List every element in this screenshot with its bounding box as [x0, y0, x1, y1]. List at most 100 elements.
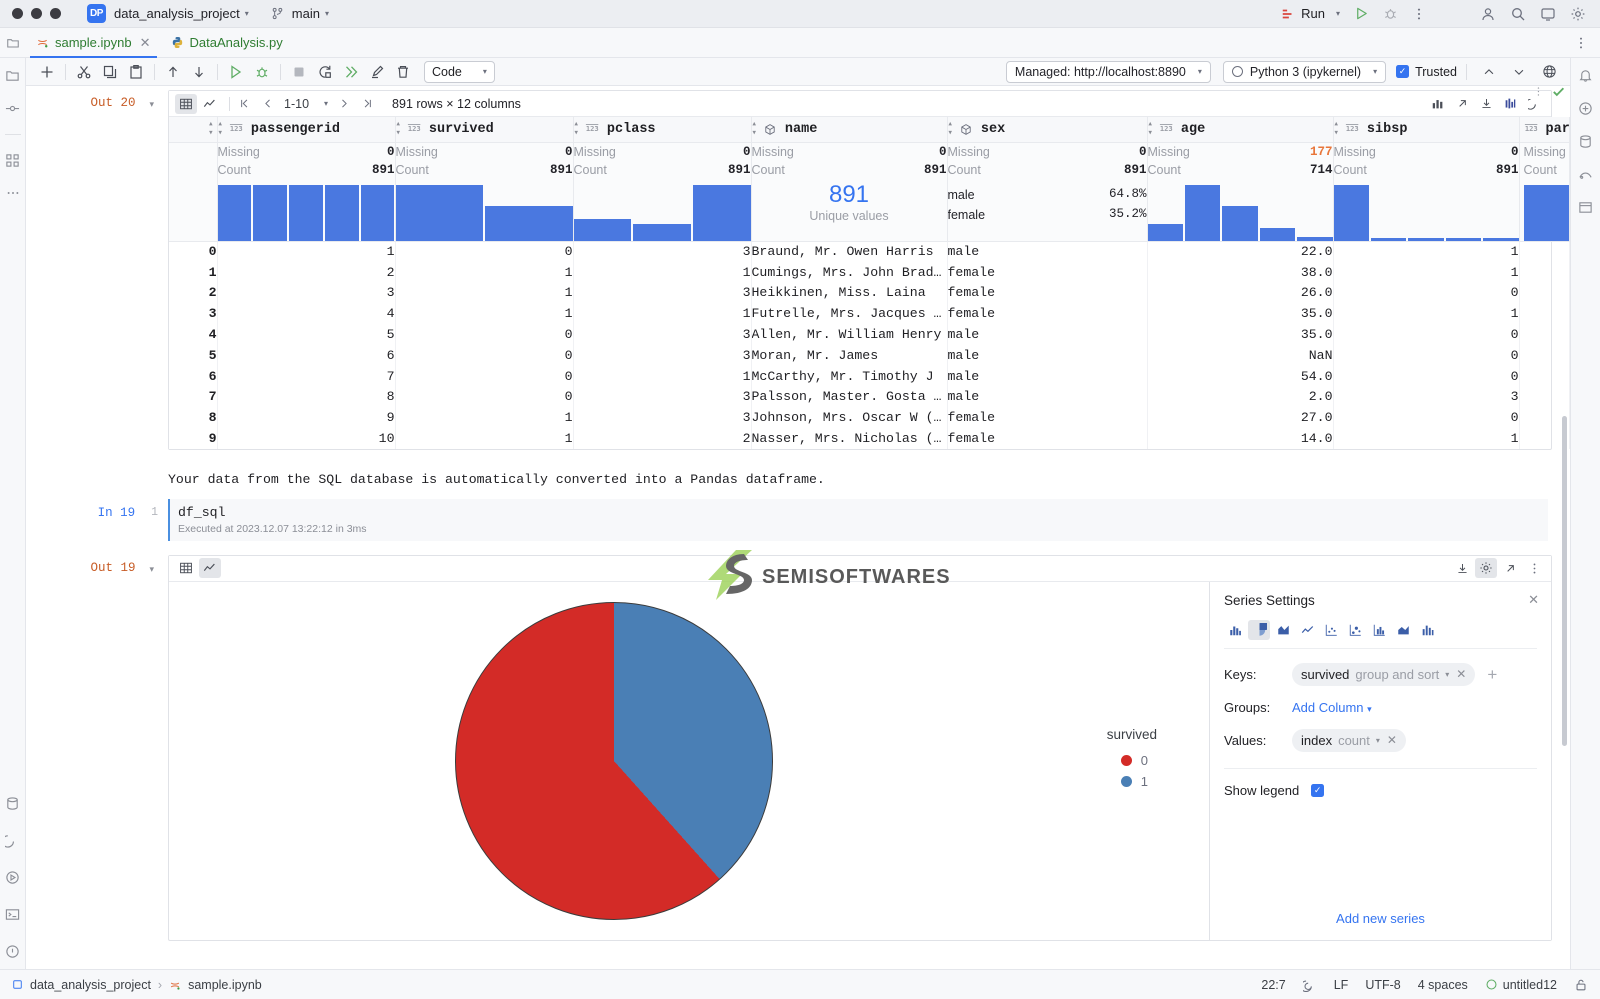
- column-header-survived[interactable]: ▴ ▾ 123 survived: [395, 117, 574, 143]
- cell-survived[interactable]: 0: [395, 344, 574, 366]
- commit-tool-icon[interactable]: [5, 101, 20, 116]
- chevron-down-icon[interactable]: ▾: [324, 99, 328, 108]
- tab-sample-ipynb[interactable]: sample.ipynb ✕: [26, 28, 161, 58]
- line-separator[interactable]: LF: [1334, 978, 1349, 992]
- chart-type-scatter[interactable]: [1320, 620, 1342, 640]
- cell-sex[interactable]: female: [947, 428, 1148, 449]
- chart-settings-gear-button[interactable]: [1475, 558, 1497, 579]
- cell-survived[interactable]: 0: [395, 241, 574, 262]
- cell-name[interactable]: Allen, Mr. William Henry: [751, 324, 948, 345]
- cell-age[interactable]: 38.0: [1147, 261, 1334, 283]
- remove-value-icon[interactable]: ✕: [1387, 733, 1397, 747]
- column-header-sibsp[interactable]: ▴ ▾ 123 sibsp: [1333, 117, 1520, 143]
- column-header-parch[interactable]: 123 par: [1519, 117, 1570, 143]
- table-row[interactable]: 4 5 0 3 Allen, Mr. William Henry male 35…: [169, 324, 1570, 345]
- cell-sibsp[interactable]: 0: [1333, 344, 1520, 366]
- groups-add-column-button[interactable]: Add Column ▾: [1292, 700, 1372, 715]
- restart-kernel-button[interactable]: [312, 60, 338, 84]
- cell-age[interactable]: 2.0: [1147, 386, 1334, 408]
- run-configuration-selector[interactable]: Run ▾: [1281, 6, 1340, 21]
- ai-assistant-icon[interactable]: [1578, 101, 1593, 116]
- cell-passengerid[interactable]: 8: [217, 386, 396, 408]
- cell-parch[interactable]: [1519, 282, 1570, 304]
- cell-name[interactable]: Moran, Mr. James: [751, 344, 948, 366]
- trusted-toggle[interactable]: ✓ Trusted: [1390, 65, 1457, 79]
- sort-icon[interactable]: ▴ ▾: [574, 120, 579, 138]
- cell-name[interactable]: Futrelle, Mrs. Jacques …: [751, 303, 948, 325]
- legend-item[interactable]: 0: [1107, 753, 1157, 768]
- cell-survived[interactable]: 1: [395, 303, 574, 325]
- code-with-me-icon[interactable]: [1540, 6, 1556, 22]
- cell-passengerid[interactable]: 3: [217, 282, 396, 304]
- maximize-window-button[interactable]: [50, 8, 61, 19]
- breadcrumb-file[interactable]: sample.ipynb: [188, 978, 262, 992]
- index-column-header[interactable]: ▴ ▾: [169, 117, 218, 143]
- jupyter-server-selector[interactable]: Managed: http://localhost:8890 ▾: [1005, 60, 1211, 83]
- cell-name[interactable]: Palsson, Master. Gosta …: [751, 386, 948, 408]
- cell-sibsp[interactable]: 1: [1333, 261, 1520, 283]
- chart-type-pie[interactable]: [1248, 619, 1270, 640]
- more-tool-windows-icon[interactable]: [6, 186, 20, 200]
- cell-pclass[interactable]: 3: [573, 344, 752, 366]
- add-key-button[interactable]: +: [1487, 666, 1497, 683]
- cut-cell-button[interactable]: [71, 60, 97, 84]
- cell-passengerid[interactable]: 5: [217, 324, 396, 345]
- file-encoding[interactable]: UTF-8: [1365, 978, 1400, 992]
- cell-sex[interactable]: male: [947, 241, 1148, 262]
- cell-type-selector[interactable]: Code ▾: [424, 60, 495, 83]
- cell-survived[interactable]: 0: [395, 386, 574, 408]
- pie-chart-area[interactable]: survived 0 1: [169, 582, 1209, 940]
- cell-age[interactable]: 35.0: [1147, 303, 1334, 325]
- run-button[interactable]: [1354, 6, 1369, 21]
- cell-sibsp[interactable]: 0: [1333, 324, 1520, 345]
- chevron-down-icon[interactable]: ▾: [149, 96, 154, 110]
- table-row[interactable]: 8 9 1 3 Johnson, Mrs. Oscar W (… female …: [169, 407, 1570, 429]
- notebook-scroll-area[interactable]: Out 20 ▾ 1-10 ▾ 891 rows × 12 columns ▴ …: [26, 86, 1570, 969]
- cell-pclass[interactable]: 1: [573, 261, 752, 283]
- branch-name[interactable]: main: [292, 6, 320, 21]
- chart-type-bubble[interactable]: [1344, 620, 1366, 640]
- column-statistics-button[interactable]: [1499, 94, 1521, 114]
- debug-cell-button[interactable]: [249, 60, 275, 84]
- project-tool-icon[interactable]: [5, 68, 20, 83]
- cell-sex[interactable]: female: [947, 282, 1148, 304]
- breadcrumb-project[interactable]: data_analysis_project: [30, 978, 151, 992]
- cell-parch[interactable]: [1519, 303, 1570, 325]
- cell-sibsp[interactable]: 1: [1333, 303, 1520, 325]
- more-actions-icon[interactable]: [1412, 7, 1426, 21]
- table-view-button[interactable]: [175, 558, 197, 578]
- sort-icon[interactable]: ▴ ▾: [1148, 120, 1153, 138]
- cell-age[interactable]: 35.0: [1147, 324, 1334, 345]
- delete-cell-button[interactable]: [390, 60, 416, 84]
- cell-pclass[interactable]: 3: [573, 407, 752, 429]
- window-controls[interactable]: [0, 8, 61, 19]
- cell-passengerid[interactable]: 9: [217, 407, 396, 429]
- cell-name[interactable]: McCarthy, Mr. Timothy J: [751, 365, 948, 387]
- cell-survived[interactable]: 1: [395, 428, 574, 449]
- cell-sibsp[interactable]: 1: [1333, 428, 1520, 449]
- paste-cell-button[interactable]: [123, 60, 149, 84]
- cell-age[interactable]: NaN: [1147, 344, 1334, 366]
- cell-sex[interactable]: male: [947, 344, 1148, 366]
- cell-pclass[interactable]: 1: [573, 303, 752, 325]
- cell-parch[interactable]: [1519, 324, 1570, 345]
- cell-age[interactable]: 14.0: [1147, 428, 1334, 449]
- cell-name[interactable]: Cumings, Mrs. John Brad…: [751, 261, 948, 283]
- branch-selector[interactable]: main ▾: [271, 6, 329, 21]
- inspection-widget[interactable]: [1535, 84, 1566, 99]
- cell-pclass[interactable]: 3: [573, 386, 752, 408]
- cell-sex[interactable]: male: [947, 365, 1148, 387]
- cell-age[interactable]: 26.0: [1147, 282, 1334, 304]
- problems-tool-icon[interactable]: [5, 944, 20, 959]
- table-row[interactable]: 7 8 0 3 Palsson, Master. Gosta … male 2.…: [169, 386, 1570, 408]
- chart-type-column[interactable]: [1416, 620, 1438, 640]
- cell-age[interactable]: 27.0: [1147, 407, 1334, 429]
- vertical-scrollbar[interactable]: [1562, 416, 1567, 746]
- chevron-down-icon[interactable]: ▾: [149, 561, 154, 575]
- run-all-cells-button[interactable]: [338, 60, 364, 84]
- cell-sex[interactable]: male: [947, 324, 1148, 345]
- cell-name[interactable]: Johnson, Mrs. Oscar W (…: [751, 407, 948, 429]
- indent-setting[interactable]: 4 spaces: [1418, 978, 1468, 992]
- cell-passengerid[interactable]: 4: [217, 303, 396, 325]
- close-icon[interactable]: ✕: [1528, 592, 1539, 608]
